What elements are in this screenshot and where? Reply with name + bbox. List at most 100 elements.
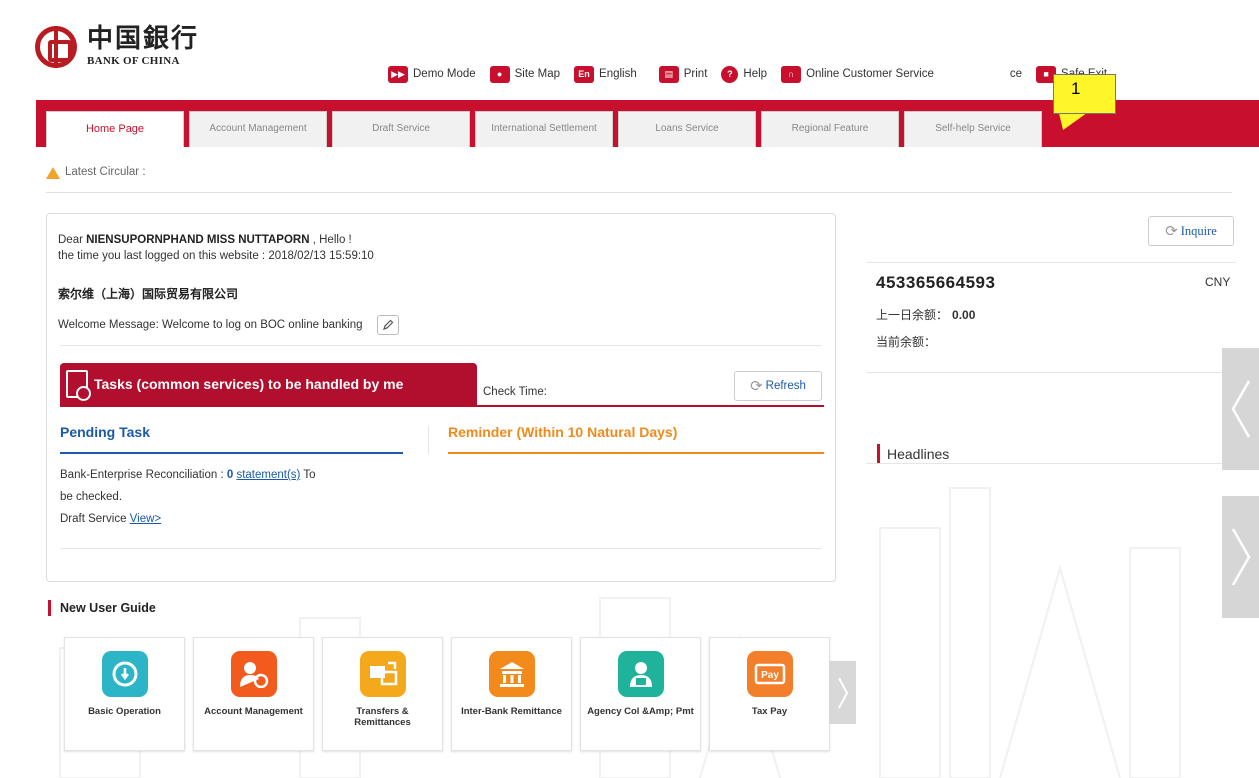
tab-pending-task[interactable]: Pending Task: [60, 424, 403, 454]
site-map-label: Site Map: [514, 68, 561, 80]
refresh-label: Refresh: [765, 380, 806, 392]
carousel-prev-button[interactable]: [1222, 348, 1259, 470]
company-name: 索尔维（上海）国际贸易有限公司: [58, 287, 239, 301]
basic-operation-icon: [101, 651, 148, 697]
headset-icon: ∩: [781, 65, 802, 83]
inquire-button[interactable]: ⟳ Inquire: [1148, 216, 1234, 246]
site-map-link[interactable]: ● Site Map: [489, 65, 561, 83]
last-login: the time you last logged on this website…: [58, 250, 374, 262]
demo-icon: ▶▶: [388, 65, 408, 83]
latest-circular-label: Latest Circular :: [65, 166, 146, 178]
tasks-title-bar: Tasks (common services) to be handled by…: [60, 363, 477, 405]
edit-message-button[interactable]: [377, 315, 400, 335]
new-user-guide-title: New User Guide: [48, 600, 156, 616]
guide-tile-label: Inter-Bank Remittance: [461, 706, 562, 717]
carousel-next-button[interactable]: [1222, 496, 1259, 618]
draft-view-link[interactable]: View>: [130, 513, 161, 525]
guide-tile-label: Agency Col &Amp; Pmt: [587, 706, 694, 717]
user-name: NIENSUPORNPHAND MISS NUTTAPORN: [86, 234, 310, 246]
welcome-message-row: Welcome Message: Welcome to log on BOC o…: [58, 315, 400, 335]
account-currency: CNY: [1205, 275, 1231, 289]
guide-tile-label: Account Management: [204, 706, 303, 717]
guide-tile-label: Transfers & Remittances: [354, 706, 411, 728]
tab-draft-service[interactable]: Draft Service: [332, 111, 470, 147]
guide-tile-inter-bank-remittance[interactable]: Inter-Bank Remittance: [451, 637, 572, 751]
notice-link[interactable]: ce: [1010, 68, 1022, 80]
guide-tile-label: Basic Operation: [88, 706, 161, 717]
boc-logo-icon: [35, 26, 77, 68]
tab-loans-service[interactable]: Loans Service: [618, 111, 756, 147]
online-customer-service-link[interactable]: ∩ Online Customer Service: [781, 65, 934, 83]
help-link[interactable]: ? Help: [721, 65, 768, 83]
task-list-icon: [66, 370, 91, 401]
bank-logo[interactable]: 中国銀行 BANK OF CHINA: [35, 24, 200, 68]
demo-mode-link[interactable]: ▶▶ Demo Mode: [388, 65, 476, 83]
tab-home-page[interactable]: Home Page: [46, 111, 184, 147]
help-label: Help: [743, 68, 768, 80]
agency-icon: [617, 651, 664, 697]
print-label: Print: [683, 68, 708, 80]
statements-link[interactable]: statement(s): [236, 469, 300, 481]
welcome-message: Welcome Message: Welcome to log on BOC o…: [58, 319, 363, 331]
welcome-card: Dear NIENSUPORNPHAND MISS NUTTAPORN , He…: [46, 213, 836, 582]
pending-task-list: Bank-Enterprise Reconciliation : 0 state…: [60, 464, 410, 530]
previous-day-balance: 上一日余额： 0.00: [876, 306, 975, 323]
refresh-button[interactable]: ⟳ Refresh: [734, 371, 822, 401]
headlines-title: Headlines: [877, 444, 949, 464]
guide-next-button[interactable]: [829, 661, 856, 724]
inquire-label: Inquire: [1180, 223, 1217, 238]
reconciliation-label: Bank-Enterprise Reconciliation :: [60, 469, 227, 481]
chevron-right-icon: [1231, 528, 1250, 586]
english-link[interactable]: En English: [574, 65, 637, 83]
current-balance-label: 当前余额：: [876, 335, 937, 349]
guide-tile-label: Tax Pay: [751, 706, 788, 717]
tab-divider: [428, 426, 429, 454]
location-pin-icon: ●: [489, 65, 510, 83]
notice-label: ce: [1009, 68, 1023, 80]
refresh-icon: ⟳: [750, 378, 763, 395]
english-label: English: [599, 68, 637, 80]
tab-reminder[interactable]: Reminder (Within 10 Natural Days): [448, 424, 824, 454]
check-time-label: Check Time:: [483, 386, 547, 398]
tab-international-settlement[interactable]: International Settlement: [475, 111, 613, 147]
top-utility-bar: ▶▶ Demo Mode ● Site Map En English ▤ Pri…: [388, 63, 1121, 85]
warning-icon: [46, 167, 60, 179]
pencil-icon: [383, 319, 394, 330]
guide-tile-agency-col-pmt[interactable]: Agency Col &Amp; Pmt: [580, 637, 701, 751]
annotation-callout: 1: [1053, 74, 1116, 114]
printer-icon: ▤: [658, 65, 679, 83]
online-customer-service-label: Online Customer Service: [806, 68, 934, 80]
guide-tile-account-management[interactable]: Account Management: [193, 637, 314, 751]
reconciliation-item: Bank-Enterprise Reconciliation : 0 state…: [60, 464, 410, 486]
previous-balance-label: 上一日余额：: [876, 308, 949, 322]
reconciliation-count: 0: [226, 469, 234, 481]
divider: [60, 345, 822, 346]
tab-account-management[interactable]: Account Management: [189, 111, 327, 147]
demo-mode-label: Demo Mode: [413, 68, 476, 80]
logo-name-cn: 中国銀行: [87, 24, 200, 55]
divider: [866, 262, 1236, 263]
draft-service-item: Draft Service View>: [60, 508, 410, 530]
transfers-icon: [359, 651, 406, 697]
greeting: Dear NIENSUPORNPHAND MISS NUTTAPORN , He…: [58, 232, 374, 264]
divider: [866, 463, 1236, 464]
guide-tile-tax-pay[interactable]: Pay Tax Pay: [709, 637, 830, 751]
guide-tile-basic-operation[interactable]: Basic Operation: [64, 637, 185, 751]
divider: [866, 372, 1236, 373]
greeting-line: Dear NIENSUPORNPHAND MISS NUTTAPORN , He…: [58, 232, 374, 248]
chevron-left-icon: [1231, 380, 1250, 438]
reconciliation-line-2: be checked.: [60, 491, 123, 503]
nav-tabs: Home Page Account Management Draft Servi…: [46, 111, 1047, 147]
print-link[interactable]: ▤ Print: [658, 65, 708, 83]
tasks-rule: [60, 405, 824, 407]
tab-self-help-service[interactable]: Self-help Service: [904, 111, 1042, 147]
divider: [60, 548, 822, 549]
draft-service-label: Draft Service: [60, 513, 130, 525]
svg-text:Pay: Pay: [761, 670, 779, 681]
greeting-suffix: , Hello !: [309, 234, 352, 246]
greeting-prefix: Dear: [58, 234, 87, 246]
tab-regional-feature[interactable]: Regional Feature: [761, 111, 899, 147]
bank-building-icon: [488, 651, 535, 697]
guide-tile-transfers-remittances[interactable]: Transfers & Remittances: [322, 637, 443, 751]
tax-pay-icon: Pay: [746, 651, 793, 697]
